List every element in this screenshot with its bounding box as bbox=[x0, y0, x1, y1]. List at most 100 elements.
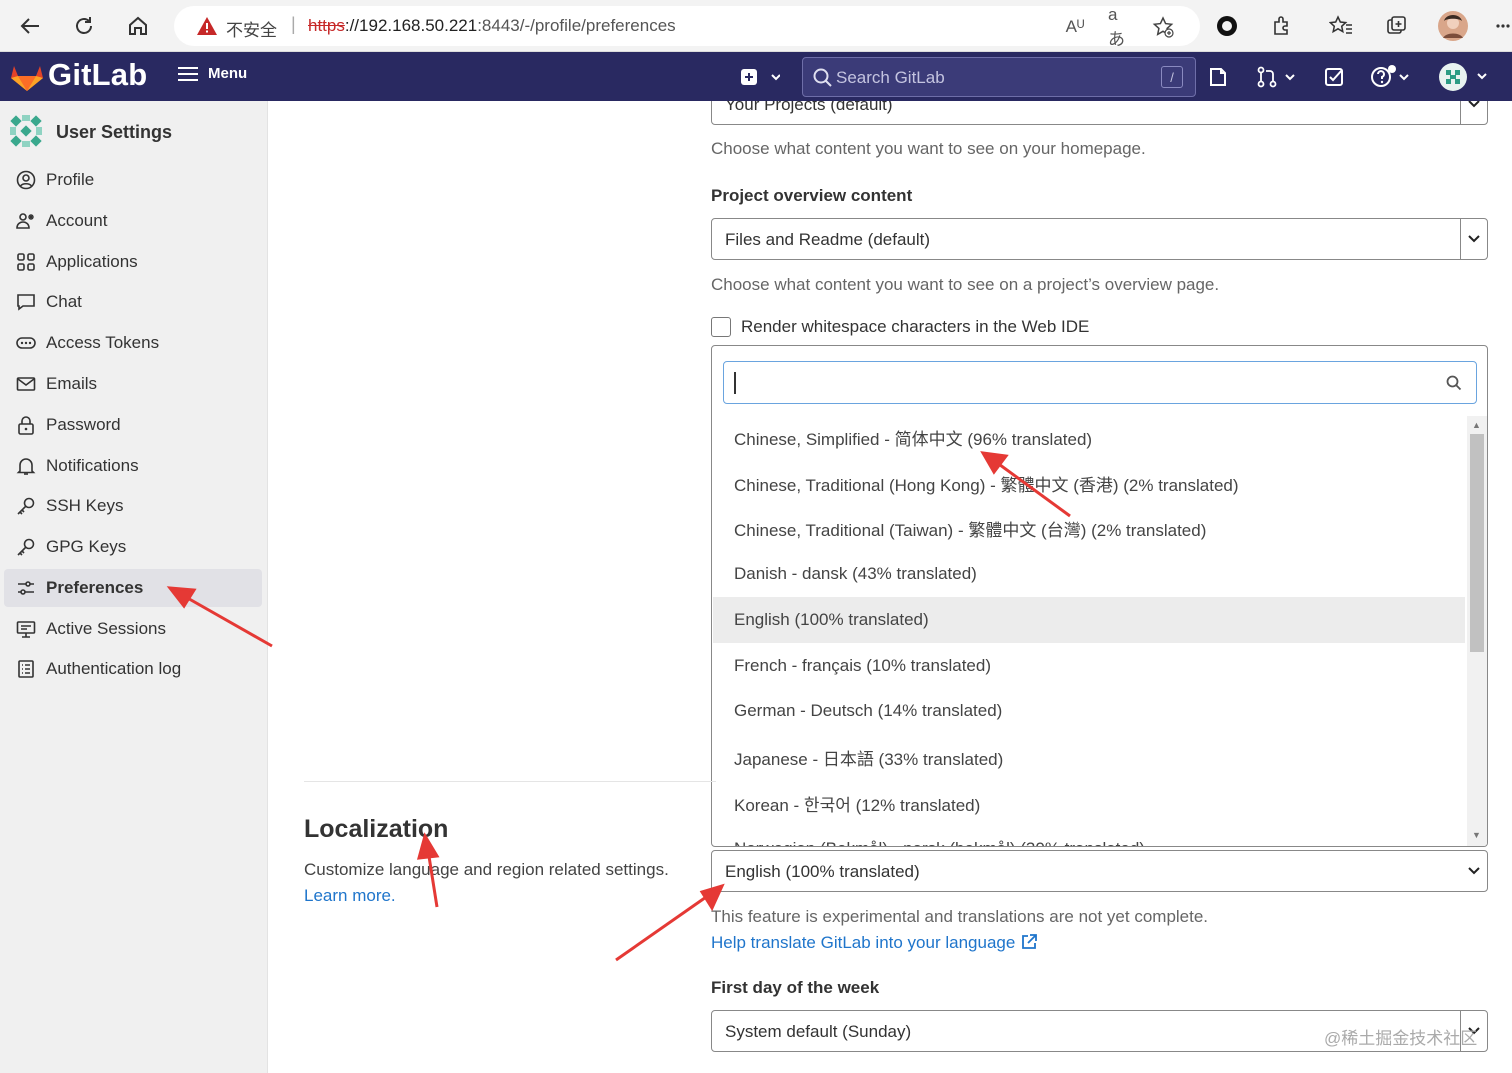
search-shortcut-key: / bbox=[1161, 66, 1183, 88]
sidebar-item-label: Access Tokens bbox=[46, 333, 160, 352]
user-avatar-dropdown[interactable] bbox=[1438, 63, 1492, 91]
external-link-icon bbox=[1022, 934, 1037, 949]
sidebar-item-label: SSH Keys bbox=[46, 496, 124, 515]
menu-button[interactable]: Menu bbox=[178, 65, 247, 82]
language-option[interactable]: Norwegian (Bokmål) - norsk (bokmål) (30%… bbox=[713, 826, 1465, 846]
favorites-icon[interactable] bbox=[1325, 10, 1357, 42]
watermark: @稀土掘金技术社区 bbox=[1324, 1029, 1478, 1048]
search-input[interactable]: Search GitLab / bbox=[802, 57, 1196, 97]
sidebar-item-label: Password bbox=[46, 415, 121, 434]
language-select[interactable]: English (100% translated) bbox=[711, 850, 1488, 892]
read-aloud-icon[interactable]: Aᵁ bbox=[1064, 16, 1086, 38]
extension-circle-icon[interactable] bbox=[1211, 10, 1243, 42]
sidebar-item-gpg-keys[interactable]: GPG Keys bbox=[4, 528, 262, 566]
language-option[interactable]: German - Deutsch (14% translated) bbox=[713, 688, 1465, 734]
sidebar-item-applications[interactable]: Applications bbox=[4, 243, 262, 281]
browser-avatar[interactable] bbox=[1437, 10, 1469, 42]
sidebar-item-label: Authentication log bbox=[46, 659, 182, 678]
sidebar-item-ssh-keys[interactable]: SSH Keys bbox=[4, 487, 262, 525]
homepage-select[interactable]: Your Projects (default) bbox=[711, 101, 1488, 125]
language-option[interactable]: French - français (10% translated) bbox=[713, 643, 1465, 689]
url-path: :8443/-/profile/preferences bbox=[477, 16, 676, 35]
settings-sidebar: User Settings Profile Account Applicatio… bbox=[0, 101, 268, 1073]
sidebar-item-label: Account bbox=[46, 211, 108, 230]
help-translate-label: Help translate GitLab into your language bbox=[711, 933, 1016, 952]
scroll-down-icon[interactable]: ▼ bbox=[1472, 830, 1481, 840]
sidebar-item-access-tokens[interactable]: Access Tokens bbox=[4, 324, 262, 362]
account-icon bbox=[16, 211, 36, 231]
project-overview-select[interactable]: Files and Readme (default) bbox=[711, 218, 1488, 260]
localization-description: Customize language and region related se… bbox=[304, 860, 669, 879]
sidebar-item-notifications[interactable]: Notifications bbox=[4, 447, 262, 485]
project-overview-help-text: Choose what content you want to see on a… bbox=[711, 275, 1220, 294]
todo-icon[interactable] bbox=[1324, 64, 1346, 90]
reload-icon[interactable] bbox=[68, 10, 100, 42]
sidebar-item-active-sessions[interactable]: Active Sessions bbox=[4, 610, 262, 648]
sidebar-item-label: Chat bbox=[46, 292, 82, 311]
url-separator: | bbox=[291, 14, 296, 34]
first-day-value: System default (Sunday) bbox=[725, 1022, 912, 1041]
log-icon bbox=[16, 659, 36, 679]
language-option[interactable]: Danish - dansk (43% translated) bbox=[713, 551, 1465, 597]
language-option-selected[interactable]: English (100% translated) bbox=[713, 597, 1465, 643]
language-option[interactable]: Chinese, Traditional (Hong Kong) - 繁體中文 … bbox=[713, 460, 1465, 506]
sidebar-item-chat[interactable]: Chat bbox=[4, 283, 262, 321]
sidebar-item-password[interactable]: Password bbox=[4, 406, 262, 444]
help-icon[interactable] bbox=[1370, 64, 1414, 90]
url-scheme: https bbox=[308, 16, 345, 35]
issues-icon[interactable] bbox=[1207, 64, 1229, 90]
sidebar-item-preferences[interactable]: Preferences bbox=[4, 569, 262, 607]
language-option[interactable]: Chinese, Simplified - 简体中文 (96% translat… bbox=[713, 414, 1465, 460]
sidebar-item-label: Active Sessions bbox=[46, 619, 166, 638]
mail-icon bbox=[16, 374, 36, 394]
whitespace-checkbox[interactable] bbox=[711, 317, 731, 337]
sidebar-item-label: GPG Keys bbox=[46, 537, 127, 556]
sidebar-item-authentication-log[interactable]: Authentication log bbox=[4, 650, 262, 688]
homepage-select-value: Your Projects (default) bbox=[725, 101, 893, 114]
search-icon bbox=[1446, 375, 1462, 396]
preferences-main: Your Projects (default) Choose what cont… bbox=[268, 101, 1512, 1073]
chevron-down-icon bbox=[1460, 851, 1487, 891]
homepage-help-text: Choose what content you want to see on y… bbox=[711, 139, 1146, 158]
dropdown-scrollbar[interactable]: ▲ ▼ bbox=[1467, 416, 1487, 846]
help-translate-link[interactable]: Help translate GitLab into your language bbox=[711, 933, 1038, 953]
sidebar-item-profile[interactable]: Profile bbox=[4, 161, 262, 199]
key-icon bbox=[16, 496, 36, 516]
language-option[interactable]: Chinese, Traditional (Taiwan) - 繁體中文 (台灣… bbox=[713, 505, 1465, 551]
sidebar-item-label: Preferences bbox=[46, 578, 144, 597]
new-item-dropdown[interactable] bbox=[740, 64, 780, 90]
url-host: ://192.168.50.221 bbox=[344, 16, 478, 35]
scroll-up-icon[interactable]: ▲ bbox=[1472, 420, 1481, 430]
sidebar-item-label: Emails bbox=[46, 374, 98, 393]
home-icon[interactable] bbox=[122, 10, 154, 42]
preferences-icon bbox=[16, 578, 36, 598]
browser-toolbar: 不安全 | https://192.168.50.221:8443/-/prof… bbox=[0, 0, 1512, 52]
learn-more-link[interactable]: Learn more. bbox=[304, 886, 396, 906]
language-option[interactable]: Japanese - 日本語 (33% translated) bbox=[713, 734, 1465, 780]
scrollbar-thumb[interactable] bbox=[1470, 434, 1484, 652]
chevron-down-icon bbox=[1460, 219, 1487, 259]
section-divider bbox=[304, 781, 716, 782]
add-favorite-icon[interactable] bbox=[1152, 16, 1174, 38]
url-text: https://192.168.50.221:8443/-/profile/pr… bbox=[308, 16, 676, 36]
more-icon[interactable] bbox=[1494, 10, 1512, 42]
merge-requests-icon[interactable] bbox=[1256, 64, 1300, 90]
collections-icon[interactable] bbox=[1380, 10, 1412, 42]
warning-icon bbox=[196, 16, 218, 41]
sidebar-item-label: Profile bbox=[46, 170, 95, 189]
chat-icon bbox=[16, 292, 36, 312]
gitlab-logo-icon[interactable] bbox=[10, 60, 44, 97]
translate-icon[interactable]: aあ bbox=[1108, 5, 1130, 49]
sidebar-item-account[interactable]: Account bbox=[4, 202, 262, 240]
hamburger-icon bbox=[178, 66, 198, 81]
monitor-icon bbox=[16, 619, 36, 639]
language-option[interactable]: Korean - 한국어 (12% translated) bbox=[713, 780, 1465, 826]
back-arrow-icon[interactable] bbox=[14, 10, 46, 42]
key-icon bbox=[16, 537, 36, 557]
language-search-input[interactable] bbox=[723, 361, 1477, 404]
sidebar-item-emails[interactable]: Emails bbox=[4, 365, 262, 403]
extensions-puzzle-icon[interactable] bbox=[1266, 10, 1298, 42]
gitlab-brand[interactable]: GitLab bbox=[48, 57, 147, 93]
language-select-value: English (100% translated) bbox=[725, 862, 920, 881]
address-bar[interactable]: 不安全 | https://192.168.50.221:8443/-/prof… bbox=[174, 5, 1200, 49]
